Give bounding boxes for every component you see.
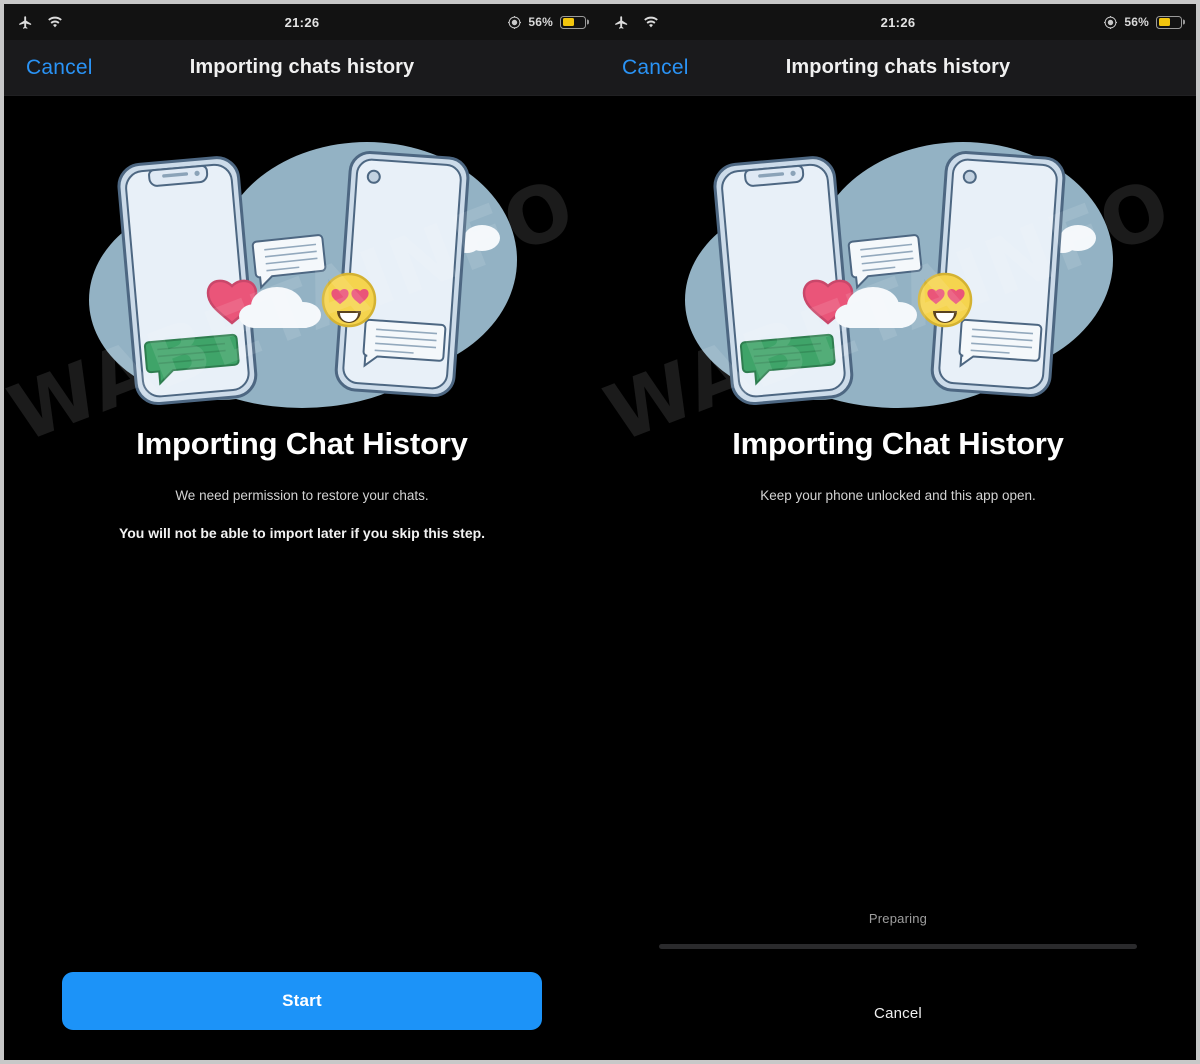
chat-transfer-illustration xyxy=(89,142,517,408)
clock-label: 21:26 xyxy=(880,14,916,30)
screenshot-root: 21:26 56% Cancel Importing chats history xyxy=(0,0,1200,1064)
battery-icon xyxy=(1156,15,1182,29)
main-content: Importing Chat History Keep your phone u… xyxy=(600,96,1196,1060)
airplane-icon xyxy=(614,15,629,30)
battery-icon xyxy=(560,15,586,29)
heart-eyes-emoji-icon xyxy=(917,272,973,328)
page-title: Importing chats history xyxy=(189,56,415,78)
airplane-icon xyxy=(18,15,33,30)
progress-status-label: Preparing xyxy=(868,911,928,926)
wifi-icon xyxy=(47,16,63,29)
battery-fill xyxy=(562,18,575,26)
battery-percent-label: 56% xyxy=(1124,15,1149,29)
pane-permission-step: 21:26 56% Cancel Importing chats history xyxy=(4,4,600,1060)
status-bar: 21:26 56% xyxy=(4,4,600,40)
status-bar-left-icons xyxy=(18,15,63,30)
wifi-icon xyxy=(643,16,659,29)
status-bar-left-icons xyxy=(614,15,659,30)
nav-title-wrap: Importing chats history xyxy=(600,40,1196,95)
location-icon xyxy=(1104,15,1118,29)
navigation-bar: Cancel Importing chats history xyxy=(4,40,600,96)
battery-percent-label: 56% xyxy=(528,15,553,29)
subtitle: We need permission to restore your chats… xyxy=(175,488,429,503)
side-by-side-panes: 21:26 56% Cancel Importing chats history xyxy=(4,4,1196,1060)
iphone-device xyxy=(117,156,258,406)
page-title: Importing chats history xyxy=(785,56,1011,78)
battery-fill xyxy=(1158,18,1171,26)
progress-bar xyxy=(659,944,1137,949)
headline: Importing Chat History xyxy=(136,426,468,461)
pane-progress-step: 21:26 56% Cancel Importing chats history xyxy=(600,4,1196,1060)
clock-label: 21:26 xyxy=(284,14,320,30)
nav-cancel-button[interactable]: Cancel xyxy=(622,56,689,80)
status-bar: 21:26 56% xyxy=(600,4,1196,40)
headline: Importing Chat History xyxy=(732,426,1064,461)
main-content: Importing Chat History We need permissio… xyxy=(4,96,600,1060)
iphone-device xyxy=(713,156,854,406)
navigation-bar: Cancel Importing chats history xyxy=(600,40,1196,96)
heart-eyes-emoji-icon xyxy=(321,272,377,328)
subtitle: Keep your phone unlocked and this app op… xyxy=(760,488,1036,503)
progress-area: Preparing xyxy=(600,911,1196,949)
nav-cancel-button[interactable]: Cancel xyxy=(26,56,93,80)
chat-transfer-illustration xyxy=(685,142,1113,408)
location-icon xyxy=(508,15,522,29)
status-bar-right-icons: 56% xyxy=(1104,15,1182,29)
warning-text: You will not be able to import later if … xyxy=(118,525,486,541)
start-button[interactable]: Start xyxy=(62,972,542,1030)
nav-title-wrap: Importing chats history xyxy=(4,40,600,95)
status-bar-right-icons: 56% xyxy=(508,15,586,29)
cancel-import-button[interactable]: Cancel xyxy=(874,1005,922,1022)
